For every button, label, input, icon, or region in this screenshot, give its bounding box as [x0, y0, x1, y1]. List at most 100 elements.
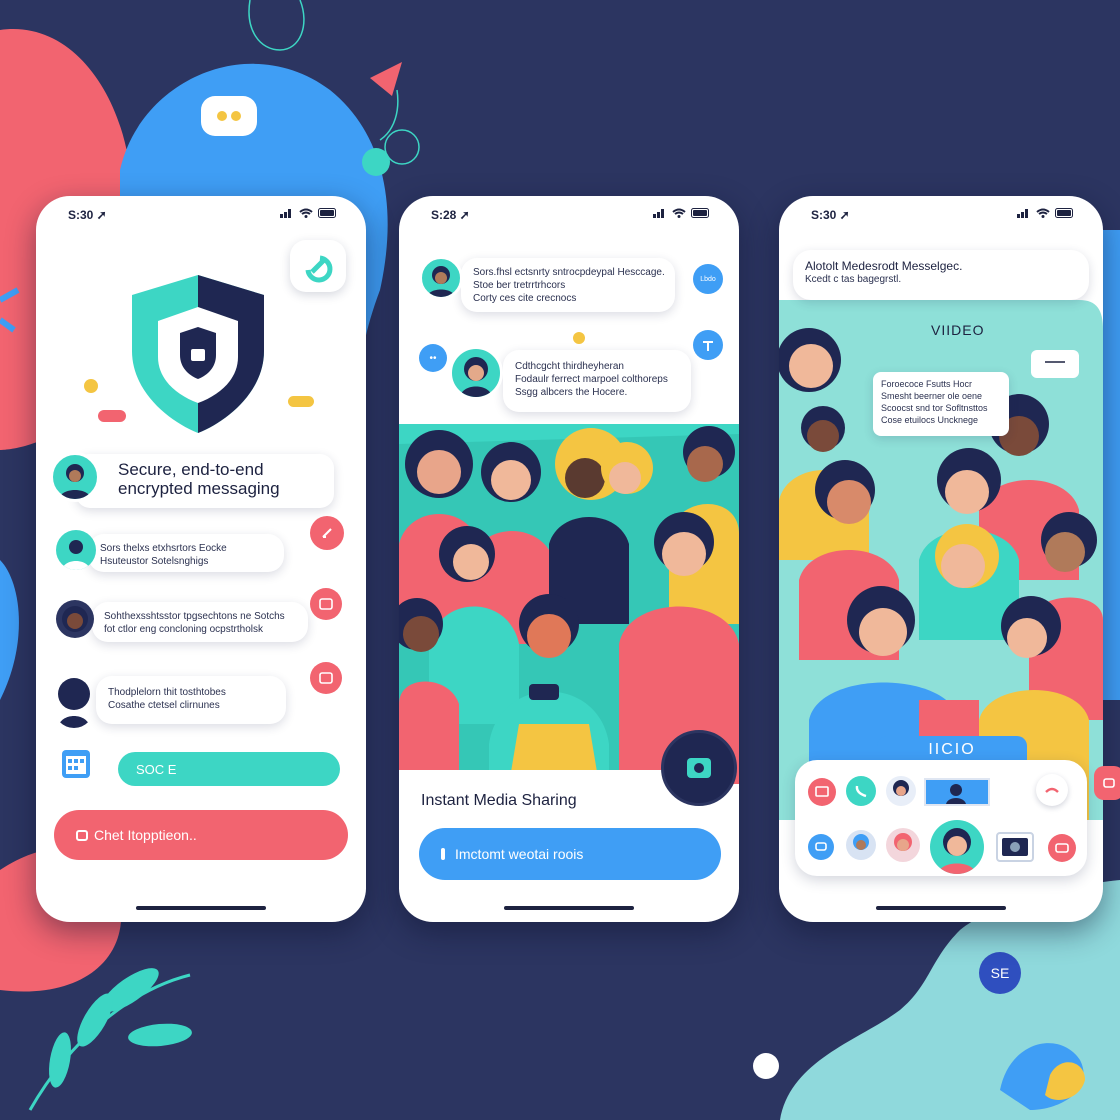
- avatar: [419, 256, 463, 300]
- chat-encryption-label: Chet Itopptieon..: [94, 827, 197, 843]
- wifi-icon: [299, 208, 313, 218]
- message-line: fot ctlor eng concloning ocpstrtholsk: [104, 624, 263, 635]
- message-icon: [1031, 350, 1079, 378]
- phone-media: S:28 ➚ Sors.fhsl ectsnrty sntrocpdeypal …: [399, 196, 739, 922]
- info-line: Cose etuilocs Uncknege: [881, 415, 979, 425]
- media-title: Instant Media Sharing: [421, 792, 577, 809]
- home-indicator: [504, 906, 634, 910]
- message-line: Stoe ber tretrrtrhcors: [473, 280, 566, 291]
- video-preview[interactable]: [924, 778, 990, 806]
- pin-icon: [703, 341, 713, 351]
- chat-icon: [815, 842, 827, 851]
- battery-icon: [318, 208, 336, 218]
- image-icon: [319, 598, 333, 610]
- battery-icon: [1055, 208, 1073, 218]
- battery-icon: [691, 208, 709, 218]
- image-icon: [1103, 778, 1115, 788]
- reaction-button[interactable]: [310, 516, 344, 550]
- end-call-icon: [1045, 787, 1059, 793]
- chat-button[interactable]: [808, 834, 834, 860]
- call-button[interactable]: [846, 776, 876, 806]
- status-bar: S:30 ➚: [68, 208, 338, 222]
- teal-action-button[interactable]: SOC E: [118, 752, 340, 786]
- info-line: Foroecoce Fsutts Hocr: [881, 379, 973, 389]
- screen-share-button[interactable]: [808, 778, 836, 806]
- security-title-line1: Secure, end-to-end: [118, 460, 264, 479]
- message-line: Sohthexsshtsstor tpgsechtons ne Sotchs: [104, 611, 285, 622]
- video-label: VIIDEO: [931, 322, 985, 338]
- participant-avatar[interactable]: [886, 776, 916, 806]
- message-line: Sors thelxs etxhsrtors Eocke: [100, 543, 227, 554]
- avatar: [50, 452, 100, 502]
- home-indicator: [876, 906, 1006, 910]
- message-line: Thodplelorn thit tosthtobes: [108, 687, 226, 698]
- participant-avatar[interactable]: [846, 830, 876, 860]
- message-line: Hsuteustor Sotelsnghigs: [100, 556, 209, 567]
- refresh-badge[interactable]: [290, 240, 346, 292]
- message-line: Cosathe ctetsel clirnunes: [108, 700, 220, 711]
- participant-avatar[interactable]: [886, 828, 920, 862]
- status-time: S:30 ➚: [811, 208, 850, 222]
- pin-chip[interactable]: [693, 330, 723, 360]
- more-chip[interactable]: ••: [419, 344, 447, 372]
- camera-button[interactable]: [661, 730, 737, 806]
- teal-action-label: SOC E: [136, 761, 177, 777]
- instant-media-button[interactable]: Imctomt weotai roois: [419, 828, 721, 880]
- message-bubble: Sohthexsshtsstor tpgsechtons ne Sotchs f…: [92, 602, 308, 642]
- chat-icon: [76, 829, 88, 841]
- wifi-icon: [672, 208, 686, 218]
- edit-icon: [322, 528, 332, 538]
- status-time: S:28 ➚: [431, 208, 470, 222]
- image-icon: [319, 672, 333, 684]
- message-bubble: Cdthcgcht thirdheyheran Fodaulr ferrect …: [503, 350, 691, 412]
- screen-icon: [815, 786, 829, 797]
- message-bubble: Sors.fhsl ectsnrty sntrocpdeypal Hesccag…: [461, 258, 675, 312]
- more-options-button[interactable]: [1048, 834, 1076, 862]
- info-bubble: Foroecoce Fsutts Hocr Smesht beerner ole…: [873, 372, 1009, 436]
- status-bar: S:30 ➚: [811, 208, 1075, 222]
- side-notification-chip[interactable]: [1094, 766, 1120, 800]
- more-chip-label: ••: [429, 352, 437, 364]
- video-tab-label: IICIO: [928, 741, 976, 758]
- avatar: [56, 530, 96, 570]
- info-line: Scoocst snd tor Sofltnsttos: [881, 403, 988, 413]
- message-line: Sors.fhsl ectsnrty sntrocpdeypal Hesccag…: [473, 267, 665, 278]
- camera-icon: [441, 848, 445, 860]
- chat-bubble-icon: [201, 96, 257, 136]
- security-title-line2: encrypted messaging: [118, 479, 280, 498]
- more-icon: [1055, 843, 1069, 853]
- message-line: Corty ces cite crecnocs: [473, 293, 577, 304]
- phone-security: S:30 ➚ Secure, end-to-end encrypted mess…: [36, 196, 366, 922]
- camera-thumbnail[interactable]: [996, 832, 1034, 862]
- instant-media-label: Imctomt weotai roois: [455, 846, 584, 862]
- message-line: Fodaulr ferrect marpoel colthoreps: [515, 374, 668, 385]
- wifi-icon: [1036, 208, 1050, 218]
- decor-dash: [98, 410, 126, 422]
- decor-dot: [573, 332, 585, 344]
- signal-icon: [653, 209, 664, 218]
- phone-icon: [855, 785, 867, 798]
- end-call-button[interactable]: [1036, 774, 1068, 806]
- active-speaker-avatar[interactable]: [930, 820, 984, 874]
- header-bubble: Alotolt Medesrodt Messelgec. Kcedt c tas…: [793, 250, 1089, 300]
- camera-icon: [687, 758, 711, 778]
- reaction-button[interactable]: [310, 662, 342, 694]
- avatar: [54, 676, 94, 728]
- security-title-bubble: Secure, end-to-end encrypted messaging: [76, 454, 334, 508]
- avatar: [56, 600, 94, 638]
- status-time: S:30 ➚: [68, 208, 107, 222]
- refresh-icon: [305, 255, 333, 283]
- message-bubble: Thodplelorn thit tosthtobes Cosathe ctet…: [96, 676, 286, 724]
- reaction-button[interactable]: [310, 588, 342, 620]
- calendar-icon: [60, 746, 92, 780]
- decor-dot: [84, 379, 98, 393]
- bottom-badge: SE: [979, 952, 1021, 994]
- header-line1: Alotolt Medesrodt Messelgec.: [805, 259, 963, 273]
- info-line: Smesht beerner ole oene: [881, 391, 983, 401]
- avatar: [449, 346, 503, 400]
- labeled-chip-label: Lbdo: [700, 275, 716, 283]
- labeled-chip[interactable]: Lbdo: [693, 264, 723, 294]
- status-bar: S:28 ➚: [431, 208, 711, 222]
- signal-icon: [280, 209, 291, 218]
- chat-encryption-button[interactable]: Chet Itopptieon..: [54, 810, 348, 860]
